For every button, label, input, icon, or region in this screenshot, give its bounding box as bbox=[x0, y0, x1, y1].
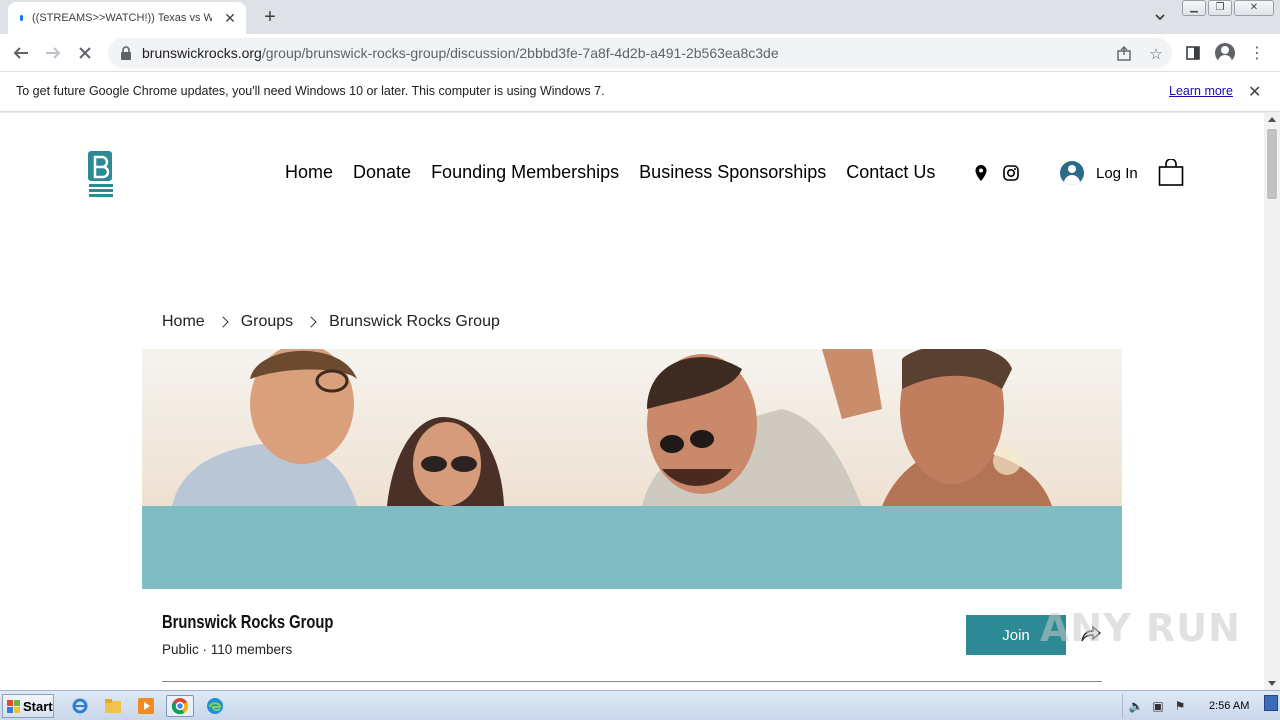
nav-founding-memberships[interactable]: Founding Memberships bbox=[431, 162, 619, 183]
start-label: Start bbox=[23, 698, 53, 714]
page-viewport: Home Donate Founding Memberships Busines… bbox=[0, 113, 1264, 690]
brunswick-rocks-logo[interactable] bbox=[86, 149, 116, 199]
bookmark-star-icon[interactable]: ☆ bbox=[1140, 44, 1172, 64]
nav-donate[interactable]: Donate bbox=[353, 162, 411, 183]
group-meta: Public · 110 members bbox=[162, 642, 293, 657]
edge-icon[interactable] bbox=[203, 695, 227, 717]
restore-button[interactable]: ❐ bbox=[1208, 0, 1232, 16]
scroll-thumb[interactable] bbox=[1267, 129, 1277, 199]
internet-explorer-icon[interactable] bbox=[68, 695, 92, 717]
instagram-icon[interactable] bbox=[1003, 165, 1019, 186]
chevron-right-icon bbox=[305, 316, 317, 328]
tab-loading-icon bbox=[20, 15, 23, 21]
group-name: Brunswick Rocks Group bbox=[162, 612, 334, 632]
new-tab-button[interactable]: + bbox=[258, 6, 282, 28]
tab-strip: ((STREAMS>>WATCH!)) Texas vs W ✕ + ▁ ❐ ✕ bbox=[0, 0, 1280, 34]
tab-title: ((STREAMS>>WATCH!)) Texas vs W bbox=[32, 12, 212, 24]
scroll-up-icon[interactable] bbox=[1268, 117, 1276, 122]
tab-close-icon[interactable]: ✕ bbox=[222, 10, 238, 26]
clock[interactable]: 2:56 AM bbox=[1209, 700, 1249, 712]
page-scrollbar[interactable] bbox=[1264, 113, 1280, 690]
infobar-close-icon[interactable]: ✕ bbox=[1248, 82, 1261, 102]
browser-toolbar: brunswickrocks.org/group/brunswick-rocks… bbox=[0, 34, 1280, 72]
nav-contact-us[interactable]: Contact Us bbox=[846, 162, 935, 183]
show-desktop-button[interactable] bbox=[1264, 695, 1278, 711]
map-pin-icon[interactable] bbox=[975, 165, 987, 186]
group-cover bbox=[142, 349, 1122, 589]
window-controls: ▁ ❐ ✕ bbox=[1182, 0, 1274, 16]
back-arrow-icon[interactable] bbox=[8, 40, 34, 66]
url-host: brunswickrocks.org bbox=[142, 45, 262, 61]
nav-home[interactable]: Home bbox=[285, 162, 333, 183]
windows-logo-icon bbox=[7, 699, 20, 713]
cover-photo bbox=[142, 349, 1122, 506]
address-bar[interactable]: brunswickrocks.org/group/brunswick-rocks… bbox=[108, 38, 1172, 68]
share-page-icon[interactable] bbox=[1108, 44, 1140, 64]
user-icon bbox=[1060, 161, 1084, 185]
url-path: /group/brunswick-rocks-group/discussion/… bbox=[261, 45, 779, 61]
windows-taskbar: Start 🔈 ▣ ⚑ 2:56 AM bbox=[0, 690, 1280, 720]
file-explorer-icon[interactable] bbox=[101, 695, 125, 717]
action-center-flag-icon[interactable]: ⚑ bbox=[1171, 698, 1189, 714]
forward-arrow-icon[interactable] bbox=[40, 40, 66, 66]
scroll-down-icon[interactable] bbox=[1268, 681, 1276, 686]
shopping-bag-icon[interactable] bbox=[1158, 158, 1184, 192]
breadcrumb: Home Groups Brunswick Rocks Group bbox=[162, 313, 500, 331]
update-infobar: To get future Google Chrome updates, you… bbox=[0, 72, 1280, 112]
close-window-button[interactable]: ✕ bbox=[1234, 0, 1274, 16]
start-button[interactable]: Start bbox=[2, 694, 54, 718]
system-tray: 🔈 ▣ ⚑ 2:56 AM bbox=[1122, 694, 1278, 718]
stop-loading-icon[interactable] bbox=[72, 40, 98, 66]
media-player-icon[interactable] bbox=[134, 695, 158, 717]
lock-icon[interactable] bbox=[120, 46, 132, 63]
login-button[interactable]: Log In bbox=[1060, 161, 1138, 185]
network-icon[interactable]: ▣ bbox=[1149, 698, 1167, 714]
profile-avatar-icon[interactable] bbox=[1212, 40, 1238, 66]
browser-tab[interactable]: ((STREAMS>>WATCH!)) Texas vs W ✕ bbox=[8, 2, 246, 34]
breadcrumb-groups[interactable]: Groups bbox=[241, 313, 293, 331]
breadcrumb-current: Brunswick Rocks Group bbox=[329, 313, 500, 330]
site-nav: Home Donate Founding Memberships Busines… bbox=[285, 162, 955, 183]
volume-icon[interactable]: 🔈 bbox=[1127, 698, 1145, 714]
tab-search-chevron-icon[interactable] bbox=[1152, 9, 1168, 25]
anyrun-watermark: ANY RUN bbox=[1040, 606, 1241, 650]
divider bbox=[162, 681, 1102, 682]
login-label: Log In bbox=[1096, 164, 1138, 182]
chevron-right-icon bbox=[217, 316, 229, 328]
side-panel-icon[interactable] bbox=[1180, 40, 1206, 66]
breadcrumb-home[interactable]: Home bbox=[162, 313, 205, 331]
chrome-menu-icon[interactable]: ⋮ bbox=[1244, 40, 1270, 66]
infobar-message: To get future Google Chrome updates, you… bbox=[16, 84, 605, 98]
chrome-taskbar-icon[interactable] bbox=[166, 695, 194, 717]
nav-business-sponsorships[interactable]: Business Sponsorships bbox=[639, 162, 826, 183]
minimize-button[interactable]: ▁ bbox=[1182, 0, 1206, 16]
learn-more-link[interactable]: Learn more bbox=[1169, 84, 1233, 98]
